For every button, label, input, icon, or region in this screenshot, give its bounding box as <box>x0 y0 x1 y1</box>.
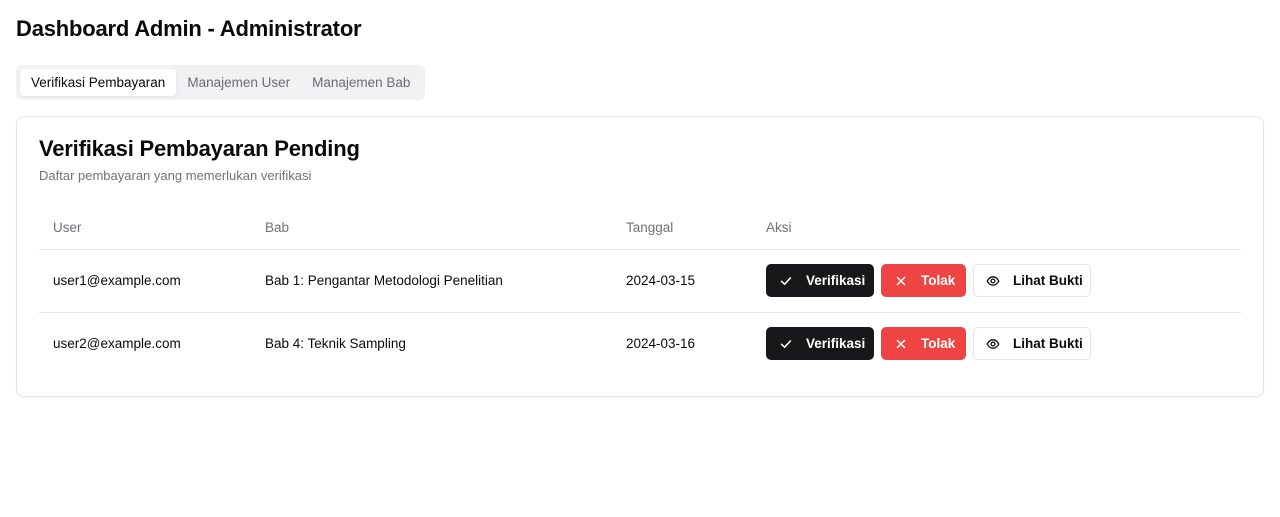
view-proof-button[interactable]: Lihat Bukti <box>973 264 1091 297</box>
verify-button[interactable]: Verifikasi <box>766 264 874 297</box>
view-proof-label: Lihat Bukti <box>1013 336 1083 351</box>
column-header-aksi: Aksi <box>766 220 792 235</box>
table-row: user1@example.com Bab 1: Pengantar Metod… <box>39 250 1241 313</box>
column-header-bab: Bab <box>265 220 290 235</box>
view-proof-button[interactable]: Lihat Bukti <box>973 327 1091 360</box>
column-header-tanggal: Tanggal <box>626 220 674 235</box>
tab-manajemen-user[interactable]: Manajemen User <box>176 69 301 96</box>
table-header: User Bab Tanggal Aksi <box>39 210 1241 250</box>
x-icon <box>894 337 908 351</box>
card-description: Daftar pembayaran yang memerlukan verifi… <box>39 168 312 183</box>
check-icon <box>779 274 793 288</box>
verify-label: Verifikasi <box>806 273 866 288</box>
reject-label: Tolak <box>921 336 956 351</box>
cell-bab: Bab 4: Teknik Sampling <box>265 336 406 351</box>
reject-button[interactable]: Tolak <box>881 327 966 360</box>
cell-bab: Bab 1: Pengantar Metodologi Penelitian <box>265 273 503 288</box>
eye-icon <box>986 274 1000 288</box>
check-icon <box>779 337 793 351</box>
cell-tanggal: 2024-03-16 <box>626 336 696 351</box>
reject-label: Tolak <box>921 273 956 288</box>
page: Dashboard Admin - Administrator Verifika… <box>0 0 1280 517</box>
row-actions: Verifikasi Tolak Lihat Bukti <box>766 327 1091 360</box>
page-title: Dashboard Admin - Administrator <box>16 16 362 41</box>
reject-button[interactable]: Tolak <box>881 264 966 297</box>
column-header-user: User <box>53 220 82 235</box>
tab-verifikasi-pembayaran[interactable]: Verifikasi Pembayaran <box>20 69 177 96</box>
cell-user: user2@example.com <box>53 336 181 351</box>
pending-payments-card: Verifikasi Pembayaran Pending Daftar pem… <box>16 116 1264 397</box>
tab-list: Verifikasi Pembayaran Manajemen User Man… <box>16 65 426 100</box>
card-title: Verifikasi Pembayaran Pending <box>39 136 360 161</box>
view-proof-label: Lihat Bukti <box>1013 273 1083 288</box>
cell-tanggal: 2024-03-15 <box>626 273 696 288</box>
eye-icon <box>986 337 1000 351</box>
cell-user: user1@example.com <box>53 273 181 288</box>
payments-table: User Bab Tanggal Aksi user1@example.com … <box>39 210 1241 376</box>
table-row: user2@example.com Bab 4: Teknik Sampling… <box>39 313 1241 376</box>
verify-button[interactable]: Verifikasi <box>766 327 874 360</box>
x-icon <box>894 274 908 288</box>
verify-label: Verifikasi <box>806 336 866 351</box>
row-actions: Verifikasi Tolak Lihat Bukti <box>766 264 1091 297</box>
tab-manajemen-bab[interactable]: Manajemen Bab <box>301 69 421 96</box>
